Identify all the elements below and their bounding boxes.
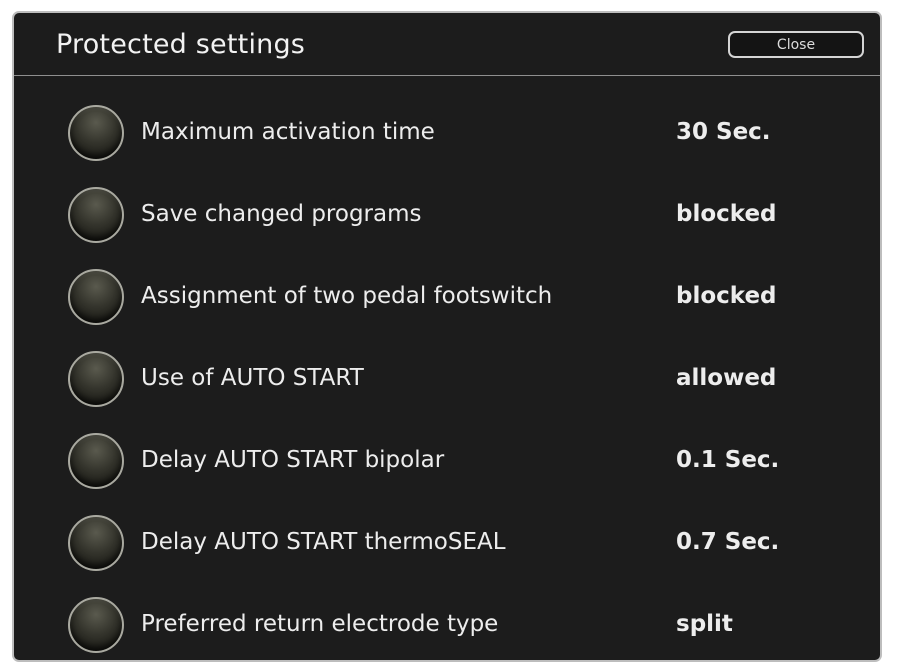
select-radio-button[interactable] (68, 105, 124, 161)
setting-row-delay-auto-start-bipolar[interactable]: Delay AUTO START bipolar 0.1 Sec. (14, 426, 880, 496)
protected-settings-dialog: Protected settings Close Maximum activat… (12, 11, 882, 662)
dialog-title: Protected settings (56, 29, 306, 60)
setting-label: Assignment of two pedal footswitch (141, 283, 553, 309)
setting-row-use-of-auto-start[interactable]: Use of AUTO START allowed (14, 344, 880, 414)
setting-value: 0.1 Sec. (676, 447, 780, 473)
select-radio-button[interactable] (68, 269, 124, 325)
setting-label: Preferred return electrode type (141, 611, 499, 637)
setting-value: allowed (676, 365, 777, 391)
select-radio-button[interactable] (68, 351, 124, 407)
setting-value: 30 Sec. (676, 119, 771, 145)
setting-row-save-changed-programs[interactable]: Save changed programs blocked (14, 180, 880, 250)
select-radio-button[interactable] (68, 597, 124, 653)
setting-value: 0.7 Sec. (676, 529, 780, 555)
setting-label: Delay AUTO START bipolar (141, 447, 445, 473)
setting-label: Save changed programs (141, 201, 422, 227)
setting-value: blocked (676, 201, 777, 227)
setting-value: split (676, 611, 733, 637)
setting-row-two-pedal-footswitch[interactable]: Assignment of two pedal footswitch block… (14, 262, 880, 332)
setting-label: Use of AUTO START (141, 365, 364, 391)
select-radio-button[interactable] (68, 515, 124, 571)
select-radio-button[interactable] (68, 187, 124, 243)
dialog-header: Protected settings Close (14, 13, 880, 76)
setting-label: Delay AUTO START thermoSEAL (141, 529, 506, 555)
setting-row-delay-auto-start-thermoseal[interactable]: Delay AUTO START thermoSEAL 0.7 Sec. (14, 508, 880, 578)
setting-row-maximum-activation-time[interactable]: Maximum activation time 30 Sec. (14, 98, 880, 168)
setting-value: blocked (676, 283, 777, 309)
setting-label: Maximum activation time (141, 119, 435, 145)
setting-row-preferred-return-electrode-type[interactable]: Preferred return electrode type split (14, 590, 880, 660)
close-button[interactable]: Close (728, 31, 864, 58)
select-radio-button[interactable] (68, 433, 124, 489)
